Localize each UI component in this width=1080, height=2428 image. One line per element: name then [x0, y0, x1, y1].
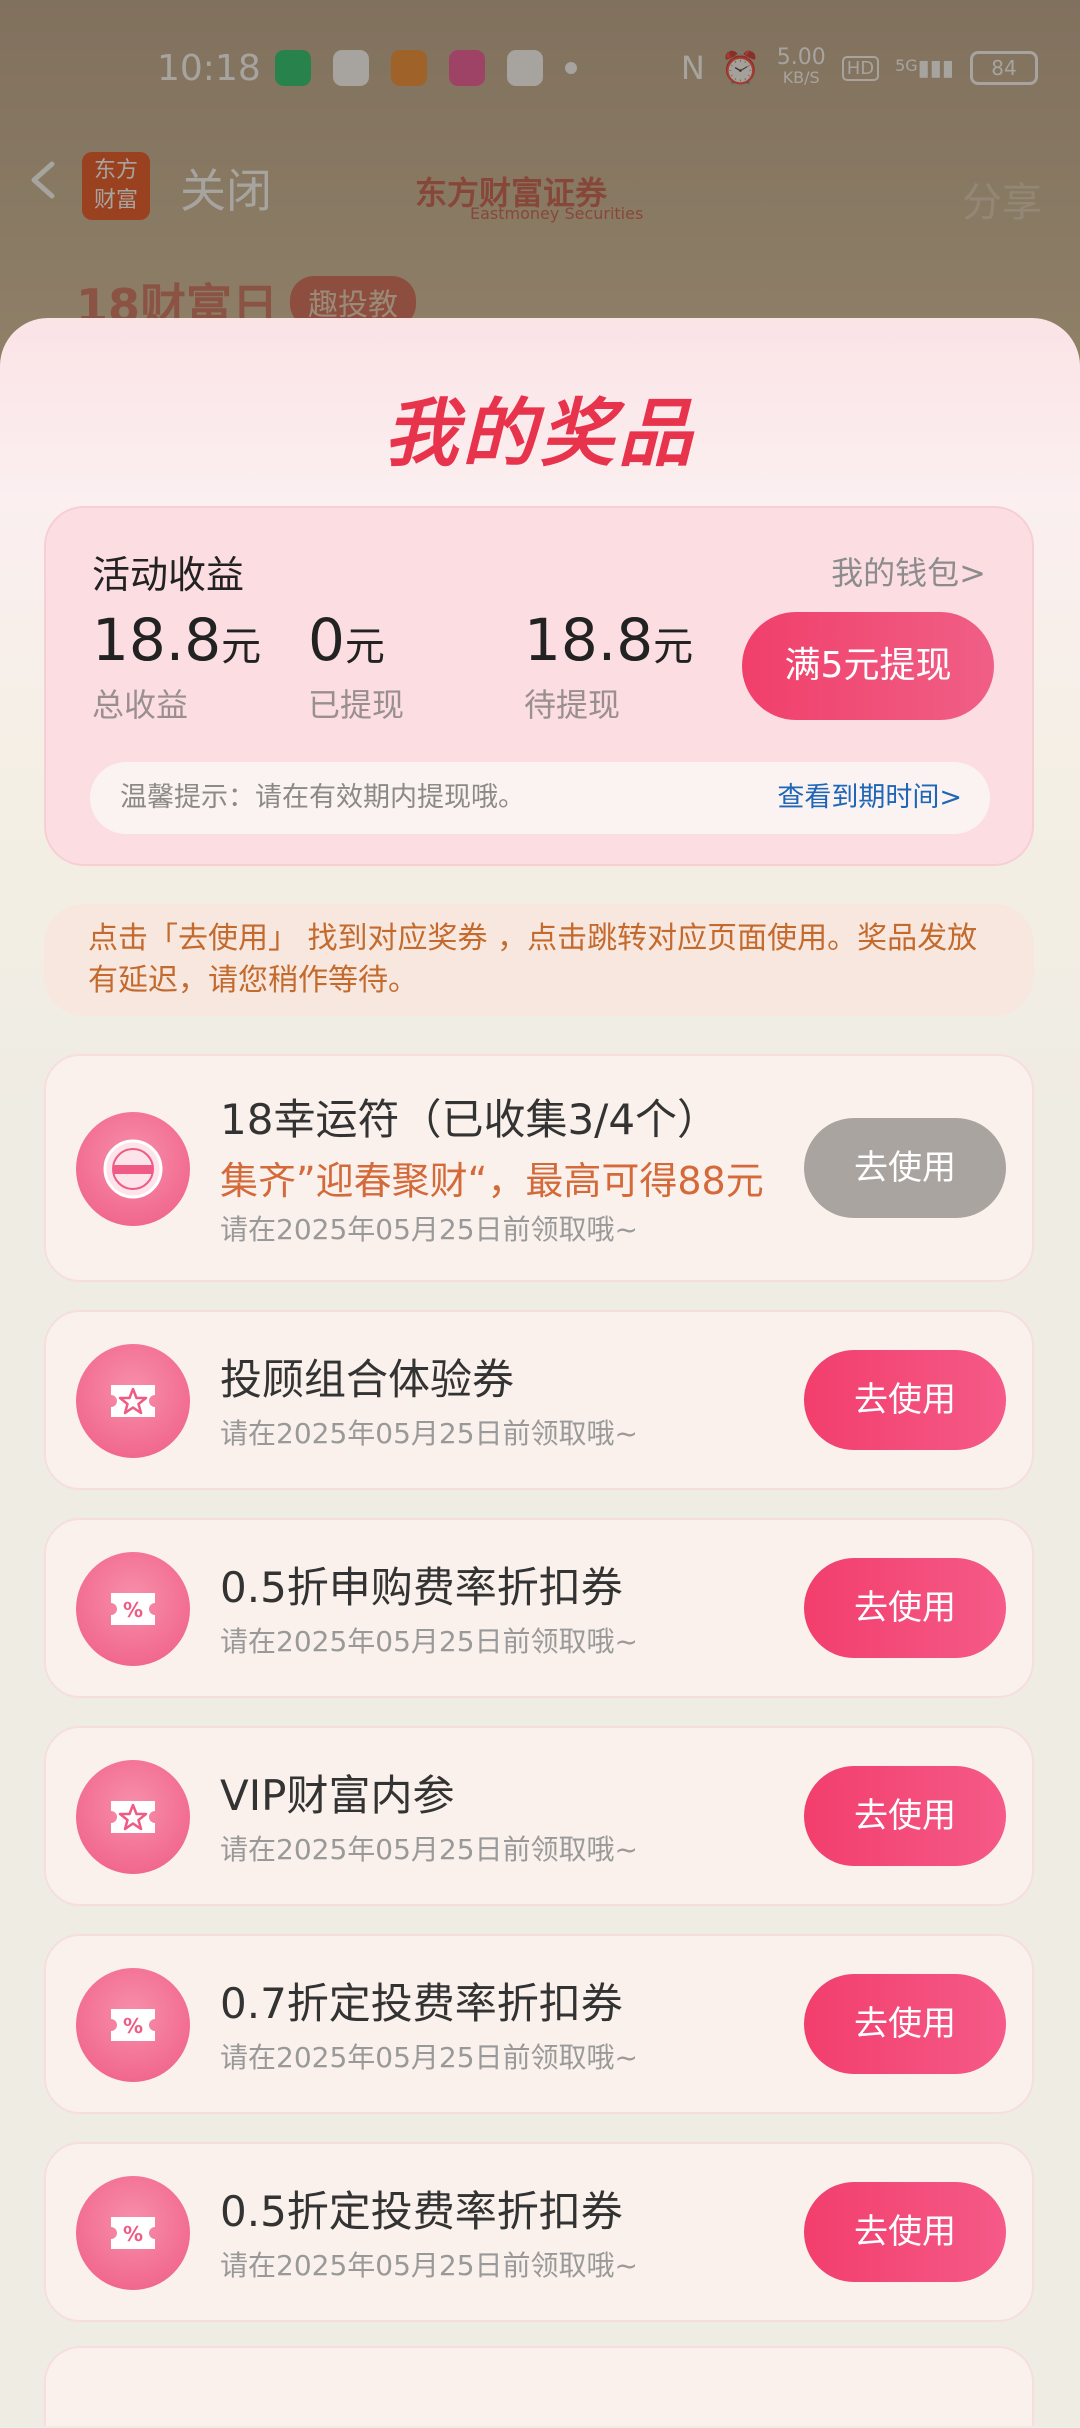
prize-card: % 0.5折申购费率折扣券 请在2025年05月25日前领取哦~ 去使用: [44, 1518, 1034, 1698]
next-prize-card-peek: [44, 2346, 1034, 2426]
percent-ticket-icon: %: [76, 1552, 190, 1666]
earnings-card: 活动收益 我的钱包> 18.8元 总收益 0元 已提现 18.8元 待提现 满5…: [44, 506, 1034, 866]
prize-name: 0.5折定投费率折扣券: [220, 2187, 623, 2236]
prize-deadline: 请在2025年05月25日前领取哦~: [220, 1213, 638, 1246]
use-button[interactable]: 去使用: [804, 1766, 1006, 1866]
usage-notice: 点击「去使用」 找到对应奖券 ，点击跳转对应页面使用。奖品发放有延迟，请您稍作等…: [44, 904, 1034, 1016]
prize-subtitle: 集齐”迎春聚财“，最高可得88元: [220, 1159, 764, 1203]
use-button[interactable]: 去使用: [804, 1350, 1006, 1450]
sheet-title: 我的奖品: [384, 391, 696, 477]
use-button[interactable]: 去使用: [804, 1118, 1006, 1218]
tip-text: 温馨提示：请在有效期内提现哦。: [120, 782, 525, 813]
stat-withdrawn: 0元 已提现: [308, 606, 405, 724]
wallet-link[interactable]: 我的钱包>: [831, 548, 986, 594]
prize-deadline: 请在2025年05月25日前领取哦~: [220, 2041, 638, 2074]
stat-total: 18.8元 总收益: [92, 606, 262, 724]
use-button[interactable]: 去使用: [804, 1558, 1006, 1658]
use-button[interactable]: 去使用: [804, 2182, 1006, 2282]
prize-deadline: 请在2025年05月25日前领取哦~: [220, 1833, 638, 1866]
expiry-link[interactable]: 查看到期时间>: [777, 762, 962, 834]
svg-text:%: %: [123, 1598, 143, 1622]
prize-name: 投顾组合体验券: [220, 1355, 515, 1404]
stat-pending: 18.8元 待提现: [524, 606, 694, 724]
prize-card: VIP财富内参 请在2025年05月25日前领取哦~ 去使用: [44, 1726, 1034, 1906]
prize-card: % 0.5折定投费率折扣券 请在2025年05月25日前领取哦~ 去使用: [44, 2142, 1034, 2322]
prize-sheet: 我的奖品 活动收益 我的钱包> 18.8元 总收益 0元 已提现 18.8元 待…: [0, 318, 1080, 2428]
percent-ticket-icon: %: [76, 1968, 190, 2082]
svg-text:%: %: [123, 2014, 143, 2038]
prize-name: 0.5折申购费率折扣券: [220, 1563, 623, 1612]
prize-deadline: 请在2025年05月25日前领取哦~: [220, 1625, 638, 1658]
prize-card: 投顾组合体验券 请在2025年05月25日前领取哦~ 去使用: [44, 1310, 1034, 1490]
prize-name: VIP财富内参: [220, 1771, 455, 1820]
svg-text:%: %: [123, 2222, 143, 2246]
prize-deadline: 请在2025年05月25日前领取哦~: [220, 2249, 638, 2282]
use-button[interactable]: 去使用: [804, 1974, 1006, 2074]
earnings-title: 活动收益: [92, 553, 245, 597]
prize-name: 18幸运符（已收集3/4个）: [220, 1095, 720, 1144]
prize-card: % 0.7折定投费率折扣券 请在2025年05月25日前领取哦~ 去使用: [44, 1934, 1034, 2114]
star-ticket-icon: [76, 1344, 190, 1458]
eastmoney-badge-icon: [76, 1112, 190, 1226]
tip-bar: 温馨提示：请在有效期内提现哦。 查看到期时间>: [90, 762, 990, 834]
prize-card: 18幸运符（已收集3/4个） 集齐”迎春聚财“，最高可得88元 请在2025年0…: [44, 1054, 1034, 1282]
star-ticket-icon: [76, 1760, 190, 1874]
prize-name: 0.7折定投费率折扣券: [220, 1979, 623, 2028]
prize-deadline: 请在2025年05月25日前领取哦~: [220, 1417, 638, 1450]
withdraw-button[interactable]: 满5元提现: [742, 612, 994, 720]
percent-ticket-icon: %: [76, 2176, 190, 2290]
